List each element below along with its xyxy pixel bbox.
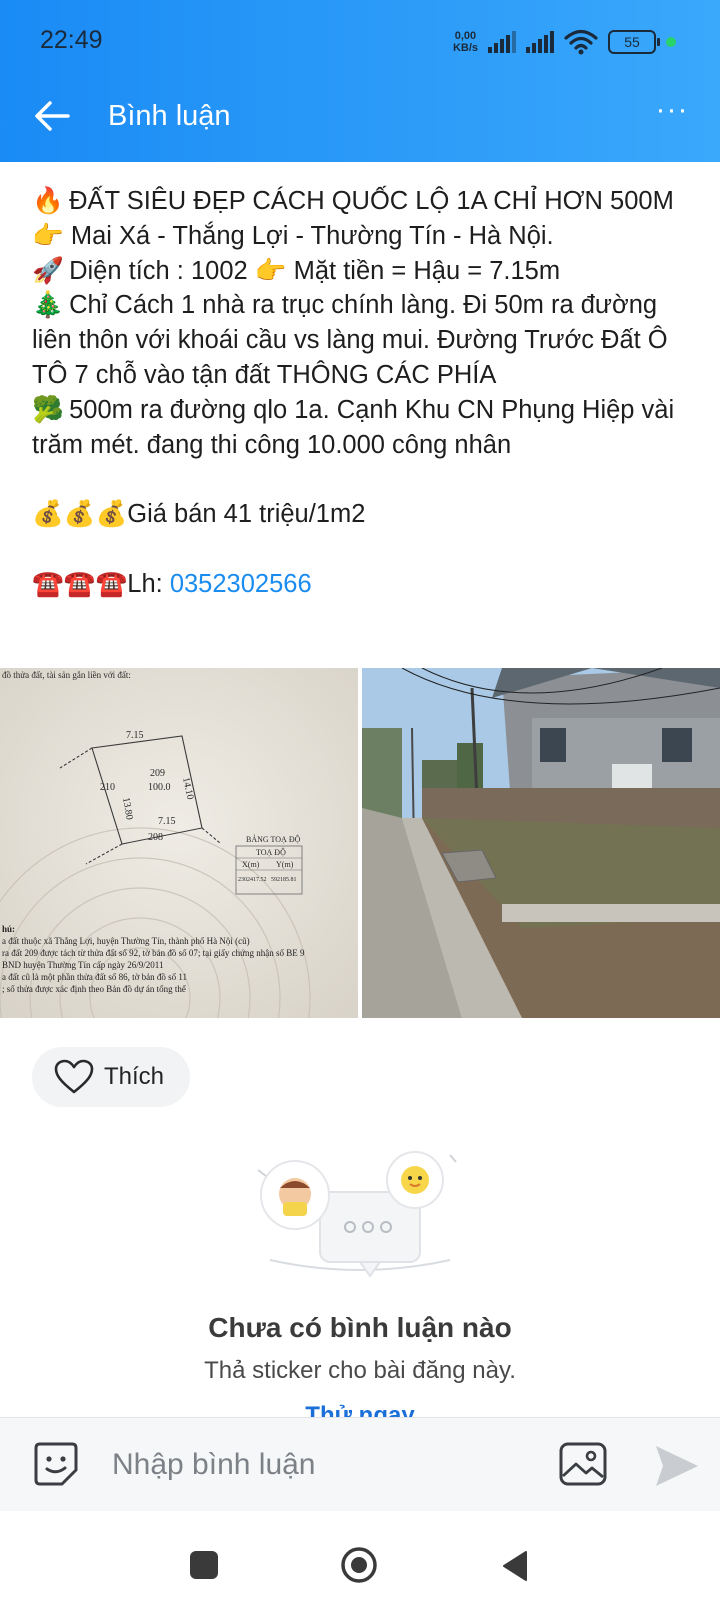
like-button[interactable]: Thích — [32, 1047, 190, 1107]
coord-x-value: 2302417.52 — [238, 877, 267, 883]
post-line-4-text: 500m ra đường qlo 1a. Cạnh Khu CN Phụng … — [32, 395, 682, 459]
page-title: Bình luận — [108, 100, 231, 132]
comment-composer — [0, 1417, 720, 1512]
like-label: Thích — [104, 1063, 165, 1090]
contact-label: Lh: — [127, 569, 170, 598]
empty-state-subtitle: Thả sticker cho bài đăng này. — [204, 1357, 516, 1384]
photo-street-scene[interactable] — [362, 668, 720, 1018]
post-line-1: 🔥 ĐẤT SIÊU ĐẸP CÁCH QUỐC LỘ 1A CHỈ HƠN 5… — [32, 187, 681, 250]
network-speed: 0,00 KB/s — [453, 30, 478, 54]
coord-table-title: BẢNG TOẠ ĐỘ — [246, 834, 301, 844]
note-line-4: a đất cũ là một phần thửa đất số 86, tờ … — [2, 972, 187, 982]
note-line-2: ra đất 209 được tách từ thửa đất số 92, … — [2, 948, 305, 958]
nav-bar: Bình luận ··· — [0, 80, 720, 162]
system-navigation-bar — [0, 1511, 720, 1601]
status-icons: 0,00 KB/s 55 — [453, 24, 676, 60]
phone-link[interactable]: 0352302566 — [170, 570, 312, 598]
comment-input[interactable] — [112, 1442, 532, 1488]
post-line-1-text: ĐẤT SIÊU ĐẸP CÁCH QUỐC LỘ 1A CHỈ HƠN 500… — [32, 187, 681, 250]
system-back-icon[interactable] — [500, 1549, 530, 1583]
coord-col-y: Y(m) — [276, 860, 294, 869]
send-icon[interactable] — [654, 1444, 700, 1488]
post-line-3-text: Chỉ Cách 1 nhà ra trục chính làng. Đi 50… — [32, 291, 675, 389]
money-bag-emoji-icon: 💰💰💰 — [32, 500, 128, 529]
heart-outline-icon — [54, 1059, 94, 1094]
photo-land-map[interactable]: đồ thửa đất, tài sản gắn liền với đất: 7… — [0, 668, 358, 1018]
coord-table-sub: TOẠ ĐỘ — [256, 847, 286, 857]
coord-col-x: X(m) — [242, 860, 260, 869]
fire-emoji-icon: 🔥 — [32, 187, 64, 215]
app-header: 22:49 0,00 KB/s 55 Bình luận ··· — [0, 0, 720, 162]
more-options-icon[interactable]: ··· — [652, 95, 692, 130]
empty-comments-illustration — [257, 1151, 457, 1278]
rocket-emoji-icon: 🚀 — [32, 256, 64, 285]
price-line: 💰💰💰Giá bán 41 triệu/1m2 — [32, 500, 365, 528]
empty-state-title: Chưa có bình luận nào — [208, 1312, 512, 1343]
map-edge-bottom: 7.15 — [158, 816, 176, 827]
back-arrow-icon[interactable] — [32, 96, 72, 136]
notes-title: hú: — [2, 924, 15, 934]
coord-y-value: 592185.81 — [271, 877, 297, 883]
charging-dot-icon — [666, 37, 676, 47]
network-speed-value: 0,00 — [454, 30, 477, 42]
recents-icon[interactable] — [190, 1551, 218, 1579]
post-content: 🔥 ĐẤT SIÊU ĐẸP CÁCH QUỐC LỘ 1A CHỈ HƠN 5… — [32, 184, 702, 602]
note-line-3: BND huyện Thường Tín cấp ngày 26/9/2011 — [2, 960, 163, 970]
home-icon[interactable] — [340, 1546, 378, 1584]
try-now-link[interactable]: Thử ngay — [0, 1403, 720, 1417]
post-line-2: 🚀 Diện tích : 1002 👉 Mặt tiền = Hậu = 7.… — [32, 257, 560, 285]
status-bar: 22:49 0,00 KB/s 55 — [0, 0, 720, 80]
battery-icon: 55 — [608, 30, 660, 54]
parcel-number: 209 — [150, 768, 165, 779]
broccoli-emoji-icon: 🥦 — [32, 395, 64, 424]
wifi-icon — [564, 29, 598, 55]
map-header-text: đồ thửa đất, tài sản gắn liền với đất: — [2, 670, 131, 680]
contact-line: ☎️☎️☎️Lh: 0352302566 — [32, 570, 312, 598]
post-line-4: 🥦 500m ra đường qlo 1a. Cạnh Khu CN Phụn… — [32, 396, 681, 459]
neighbor-parcel-bottom: 208 — [148, 832, 163, 843]
map-edge-top: 7.15 — [126, 730, 144, 741]
sticker-smile-icon[interactable] — [32, 1440, 80, 1488]
phone-emoji-icon: ☎️☎️☎️ — [32, 569, 128, 598]
tree-emoji-icon: 🎄 — [32, 291, 64, 320]
status-time: 22:49 — [40, 26, 103, 54]
note-line-1: a đất thuộc xã Thắng Lợi, huyện Thường T… — [2, 936, 250, 946]
signal-sim1-icon — [488, 31, 516, 53]
neighbor-parcel-left: 210 — [100, 782, 115, 793]
network-speed-unit: KB/s — [452, 42, 478, 54]
image-icon[interactable] — [558, 1440, 608, 1488]
post-line-2-text: Diện tích : 1002 👉 Mặt tiền = Hậu = 7.15… — [62, 256, 561, 285]
parcel-area: 100.0 — [148, 782, 171, 793]
post-line-3: 🎄 Chỉ Cách 1 nhà ra trục chính làng. Đi … — [32, 291, 674, 389]
price-text: Giá bán 41 triệu/1m2 — [127, 500, 366, 529]
note-line-5: ; số thửa được xác định theo Bản đồ dự á… — [2, 984, 186, 994]
signal-sim2-icon — [526, 31, 554, 53]
